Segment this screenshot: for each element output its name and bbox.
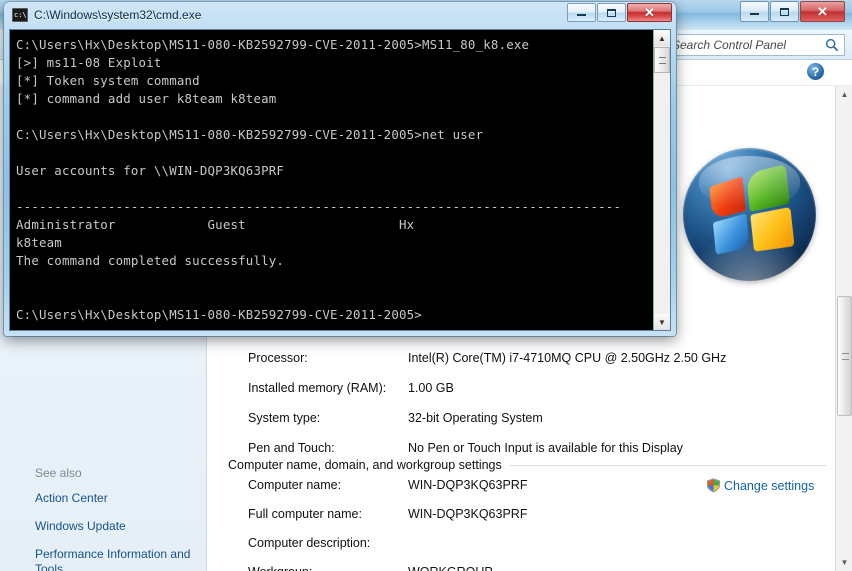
- name-label: Computer description:: [248, 536, 408, 550]
- spec-label: Processor:: [248, 351, 408, 365]
- see-also-label: See also: [35, 466, 200, 480]
- group-heading-text: Computer name, domain, and workgroup set…: [228, 458, 510, 472]
- see-also-section: See also Action Center Windows Update Pe…: [35, 466, 200, 571]
- cmd-line: C:\Users\Hx\Desktop\MS11-080-KB2592799-C…: [16, 126, 649, 144]
- spec-value: 32-bit Operating System: [408, 411, 543, 425]
- control-panel-maximize-button[interactable]: [770, 1, 799, 22]
- cmd-vertical-scrollbar[interactable]: ▲ ▼: [653, 30, 670, 330]
- cmd-line: [*] Token system command: [16, 72, 649, 90]
- cmd-line: ----------------------------------------…: [16, 198, 649, 216]
- windows-flag-icon: [709, 165, 798, 253]
- cmd-line: [>] ms11-08 Exploit: [16, 54, 649, 72]
- sidebar-link-windows-update[interactable]: Windows Update: [35, 519, 200, 534]
- cmd-line: [16, 270, 649, 288]
- spec-value: Intel(R) Core(TM) i7-4710MQ CPU @ 2.50GH…: [408, 351, 726, 365]
- scroll-up-arrow-icon[interactable]: ▲: [836, 86, 852, 103]
- windows-logo-orb: [683, 148, 816, 281]
- spec-row-processor: Processor: Intel(R) Core(TM) i7-4710MQ C…: [248, 351, 808, 373]
- cmd-line: [16, 144, 649, 162]
- search-input[interactable]: Search Control Panel: [665, 34, 845, 56]
- cmd-line: C:\Users\Hx\Desktop\MS11-080-KB2592799-C…: [16, 306, 649, 324]
- scrollbar-thumb[interactable]: [654, 47, 670, 73]
- cmd-line: Administrator Guest Hx: [16, 216, 649, 234]
- spec-label: Installed memory (RAM):: [248, 381, 408, 395]
- maximize-icon: [771, 2, 798, 21]
- control-panel-window-buttons: ✕: [740, 1, 846, 22]
- shield-icon: [706, 478, 721, 493]
- flag-pane-yellow: [750, 207, 794, 252]
- name-value: WORKGROUP: [408, 565, 493, 571]
- control-panel-minimize-button[interactable]: [740, 1, 769, 22]
- help-icon[interactable]: ?: [807, 63, 824, 80]
- flag-pane-red: [709, 176, 746, 220]
- name-value: WIN-DQP3KQ63PRF: [408, 478, 527, 492]
- change-settings-link[interactable]: Change settings: [706, 478, 814, 493]
- cmd-line: [16, 180, 649, 198]
- spec-label: Pen and Touch:: [248, 441, 408, 455]
- minimize-icon: [577, 14, 586, 16]
- cmd-line: User accounts for \\WIN-DQP3KQ63PRF: [16, 162, 649, 180]
- cmd-line: C:\Users\Hx\Desktop\MS11-080-KB2592799-C…: [16, 36, 649, 54]
- close-icon: ✕: [801, 2, 844, 21]
- sidebar-link-action-center[interactable]: Action Center: [35, 491, 200, 506]
- name-row-full-computer-name: Full computer name: WIN-DQP3KQ63PRF: [248, 507, 808, 529]
- search-icon[interactable]: [825, 38, 839, 52]
- scroll-up-arrow-icon[interactable]: ▲: [654, 30, 670, 46]
- cmd-window-title: C:\Windows\system32\cmd.exe: [34, 8, 201, 22]
- cmd-body[interactable]: C:\Users\Hx\Desktop\MS11-080-KB2592799-C…: [9, 29, 671, 331]
- search-placeholder: Search Control Panel: [672, 38, 786, 52]
- name-label: Computer name:: [248, 478, 408, 492]
- spec-value: 1.00 GB: [408, 381, 454, 395]
- sidebar-link-performance-information-and-tools[interactable]: Performance Information and Tools: [35, 547, 200, 571]
- cmd-line: [16, 288, 649, 306]
- group-heading-rule: [510, 465, 826, 466]
- name-label: Full computer name:: [248, 507, 408, 521]
- scroll-down-arrow-icon[interactable]: ▼: [654, 314, 670, 330]
- system-spec-list: Processor: Intel(R) Core(TM) i7-4710MQ C…: [248, 351, 808, 471]
- name-row-computer-description: Computer description:: [248, 536, 808, 558]
- change-settings-label: Change settings: [724, 479, 814, 493]
- control-panel-vertical-scrollbar[interactable]: ▲ ▼: [835, 86, 852, 571]
- cmd-line: [*] command add user k8team k8team: [16, 90, 649, 108]
- cmd-line: k8team: [16, 234, 649, 252]
- name-value: WIN-DQP3KQ63PRF: [408, 507, 527, 521]
- cmd-line: The command completed successfully.: [16, 252, 649, 270]
- cmd-screen[interactable]: C:\Users\Hx\Desktop\MS11-080-KB2592799-C…: [10, 30, 653, 330]
- flag-pane-green: [746, 164, 790, 212]
- spec-label: System type:: [248, 411, 408, 425]
- spec-row-installed-memory: Installed memory (RAM): 1.00 GB: [248, 381, 808, 403]
- cmd-maximize-button[interactable]: [597, 3, 626, 22]
- scrollbar-thumb[interactable]: [837, 296, 852, 416]
- cmd-line: [16, 108, 649, 126]
- flag-pane-blue: [713, 213, 750, 254]
- cmd-minimize-button[interactable]: [567, 3, 596, 22]
- cmd-close-button[interactable]: ✕: [627, 3, 672, 22]
- minimize-icon: [741, 2, 768, 21]
- close-icon: ✕: [644, 6, 655, 19]
- cmd-window[interactable]: C:\Windows\system32\cmd.exe ✕ C:\Users\H…: [4, 2, 676, 336]
- cmd-window-buttons: ✕: [566, 3, 672, 22]
- control-panel-close-button[interactable]: ✕: [800, 1, 845, 22]
- computer-settings-group-heading: Computer name, domain, and workgroup set…: [228, 458, 826, 472]
- cmd-titlebar[interactable]: C:\Windows\system32\cmd.exe ✕: [4, 2, 676, 28]
- spec-row-system-type: System type: 32-bit Operating System: [248, 411, 808, 433]
- scroll-down-arrow-icon[interactable]: ▼: [836, 554, 852, 571]
- name-label: Workgroup:: [248, 565, 408, 571]
- maximize-icon: [607, 9, 616, 17]
- spec-value: No Pen or Touch Input is available for t…: [408, 441, 683, 455]
- name-row-workgroup: Workgroup: WORKGROUP: [248, 565, 808, 571]
- console-icon: [12, 8, 28, 22]
